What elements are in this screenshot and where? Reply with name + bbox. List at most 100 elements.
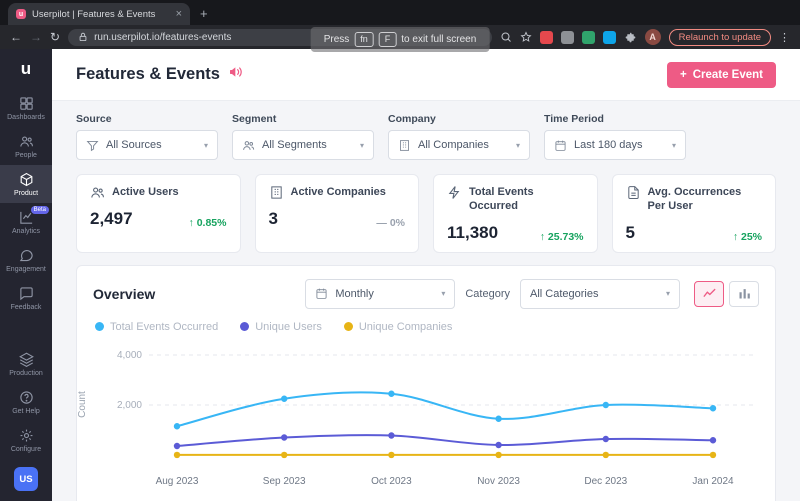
- close-tab-icon[interactable]: ×: [176, 8, 182, 20]
- page-header: Features & Events + Create Event: [52, 49, 800, 101]
- extension-icon-red[interactable]: [539, 30, 553, 44]
- line-chart-toggle-button[interactable]: [694, 280, 724, 307]
- legend-label: Unique Companies: [358, 320, 453, 333]
- stat-value: 3: [268, 209, 278, 228]
- funnel-icon: [86, 140, 99, 151]
- bar-chart-icon: [739, 289, 750, 299]
- legend-item-total-events[interactable]: Total Events Occurred: [95, 321, 218, 333]
- forward-icon[interactable]: →: [30, 31, 42, 43]
- category-select[interactable]: All Categories ▾: [520, 278, 680, 309]
- extension-icon-gray[interactable]: [560, 30, 574, 44]
- stat-value: 2,497: [90, 209, 133, 228]
- filter-label: Time Period: [544, 113, 604, 125]
- chevron-down-icon: ▾: [665, 289, 670, 298]
- stat-value: 11,380: [447, 222, 499, 242]
- sidebar-item-product[interactable]: Product: [0, 165, 52, 203]
- legend-item-unique-users[interactable]: Unique Users: [240, 321, 322, 333]
- chart-legend: Total Events Occurred Unique Users Uniqu…: [77, 315, 775, 335]
- legend-item-unique-companies[interactable]: Unique Companies: [343, 320, 453, 333]
- back-icon[interactable]: ←: [10, 31, 22, 43]
- people-icon: [19, 136, 33, 147]
- sidebar-item-dashboards[interactable]: Dashboards: [0, 89, 52, 127]
- sidebar-item-feedback[interactable]: Feedback: [0, 279, 52, 317]
- relaunch-to-update-button[interactable]: Relaunch to update: [668, 28, 771, 46]
- sidebar-item-label: People: [15, 152, 37, 159]
- svg-text:Aug 2023: Aug 2023: [156, 476, 199, 487]
- filter-time-period: Time Period Last 180 days ▾: [544, 113, 686, 160]
- company-select[interactable]: All Companies ▾: [388, 130, 530, 160]
- stats-row: Active Users 2,497 ↑ 0.85% Active Compan…: [52, 164, 800, 261]
- time-period-select[interactable]: Last 180 days ▾: [544, 130, 686, 160]
- extension-icon-blue[interactable]: [602, 30, 616, 44]
- sidebar-item-label: Dashboards: [7, 114, 45, 121]
- stat-label: Active Companies: [290, 186, 386, 198]
- screen: u Userpilot | Features & Events × + ← → …: [0, 0, 800, 501]
- users-icon: [91, 187, 104, 198]
- filter-label: Company: [388, 113, 436, 125]
- reload-icon[interactable]: ↻: [50, 31, 60, 43]
- building-icon: [270, 186, 282, 199]
- legend-label: Total Events Occurred: [110, 320, 219, 333]
- stat-change: ↑ 0.85%: [188, 217, 227, 229]
- puzzle-extensions-icon[interactable]: [624, 31, 637, 44]
- stat-change: ↑ 25.73%: [539, 230, 584, 243]
- bar-chart-toggle-button[interactable]: [729, 280, 759, 307]
- create-event-button[interactable]: + Create Event: [666, 61, 776, 88]
- main-content: Features & Events + Create Event Source …: [52, 49, 800, 501]
- bookmark-star-icon[interactable]: [520, 31, 532, 43]
- sidebar-item-configure[interactable]: Configure: [0, 421, 52, 459]
- stat-value: 5: [625, 222, 635, 242]
- create-event-label: Create Event: [692, 68, 763, 81]
- stat-change: ↑ 25%: [732, 230, 762, 243]
- chevron-down-icon: ▾: [515, 140, 520, 150]
- sidebar-item-engagement[interactable]: Engagement: [0, 241, 52, 279]
- profile-avatar[interactable]: A: [644, 29, 661, 45]
- sidebar-item-label: Product: [13, 190, 39, 197]
- sidebar-item-label: Engagement: [6, 266, 46, 273]
- sidebar-item-get-help[interactable]: Get Help: [0, 383, 52, 421]
- tab-title: Userpilot | Features & Events: [32, 8, 156, 20]
- select-value: Last 180 days: [574, 139, 643, 151]
- chart-type-toggle: [694, 280, 759, 307]
- extension-icon-green[interactable]: [581, 30, 595, 44]
- sidebar-item-people[interactable]: People: [0, 127, 52, 165]
- svg-text:Dec 2023: Dec 2023: [584, 476, 627, 487]
- gear-icon: [20, 429, 32, 442]
- building-icon: [400, 139, 409, 151]
- line-chart-icon: [702, 288, 716, 298]
- app: u Dashboards People Product Beta Analyti…: [0, 49, 800, 501]
- legend-label: Unique Users: [255, 320, 322, 333]
- message-square-icon: [19, 287, 33, 301]
- sidebar-item-label: Analytics: [11, 228, 40, 235]
- plus-icon: +: [679, 68, 687, 81]
- userpilot-logo[interactable]: u: [21, 59, 31, 79]
- legend-dot: [95, 322, 104, 331]
- stat-label: Active Users: [112, 186, 179, 198]
- category-label: Category: [465, 287, 510, 300]
- stat-card-avg-occurrences: Avg. Occurrences Per User 5 ↑ 25%: [611, 174, 776, 253]
- sidebar-item-analytics[interactable]: Beta Analytics: [0, 203, 52, 241]
- fn-keycap: fn: [354, 32, 374, 47]
- search-icon[interactable]: [500, 31, 512, 43]
- overview-chart: 2,000 4,000 Aug 2023 Sep 2023 Oct 2023 Nov 20…: [117, 350, 755, 487]
- sidebar-item-production[interactable]: Production: [0, 345, 52, 383]
- source-select[interactable]: All Sources ▾: [76, 130, 218, 160]
- dashboards-icon: [19, 97, 33, 110]
- browser-menu-icon[interactable]: ⋮: [779, 31, 790, 44]
- segment-select[interactable]: All Segments ▾: [232, 130, 374, 160]
- svg-text:Jan 2024: Jan 2024: [692, 476, 734, 487]
- tab-strip: u Userpilot | Features & Events × +: [0, 0, 800, 25]
- period-select[interactable]: Monthly ▾: [305, 278, 456, 309]
- users-icon: [243, 140, 255, 150]
- stat-label: Total Events Occurred: [469, 186, 534, 212]
- chevron-down-icon: ▾: [671, 140, 676, 150]
- filter-label: Segment: [232, 113, 277, 125]
- workspace-avatar[interactable]: US: [14, 467, 38, 491]
- stat-card-active-companies: Active Companies 3 — 0%: [254, 174, 419, 253]
- stat-card-active-users: Active Users 2,497 ↑ 0.85%: [76, 174, 241, 253]
- svg-text:Nov 2023: Nov 2023: [477, 476, 520, 487]
- new-tab-button[interactable]: +: [200, 6, 208, 21]
- filter-company: Company All Companies ▾: [388, 113, 530, 160]
- browser-tab[interactable]: u Userpilot | Features & Events ×: [8, 3, 190, 25]
- chevron-down-icon: ▾: [441, 289, 446, 298]
